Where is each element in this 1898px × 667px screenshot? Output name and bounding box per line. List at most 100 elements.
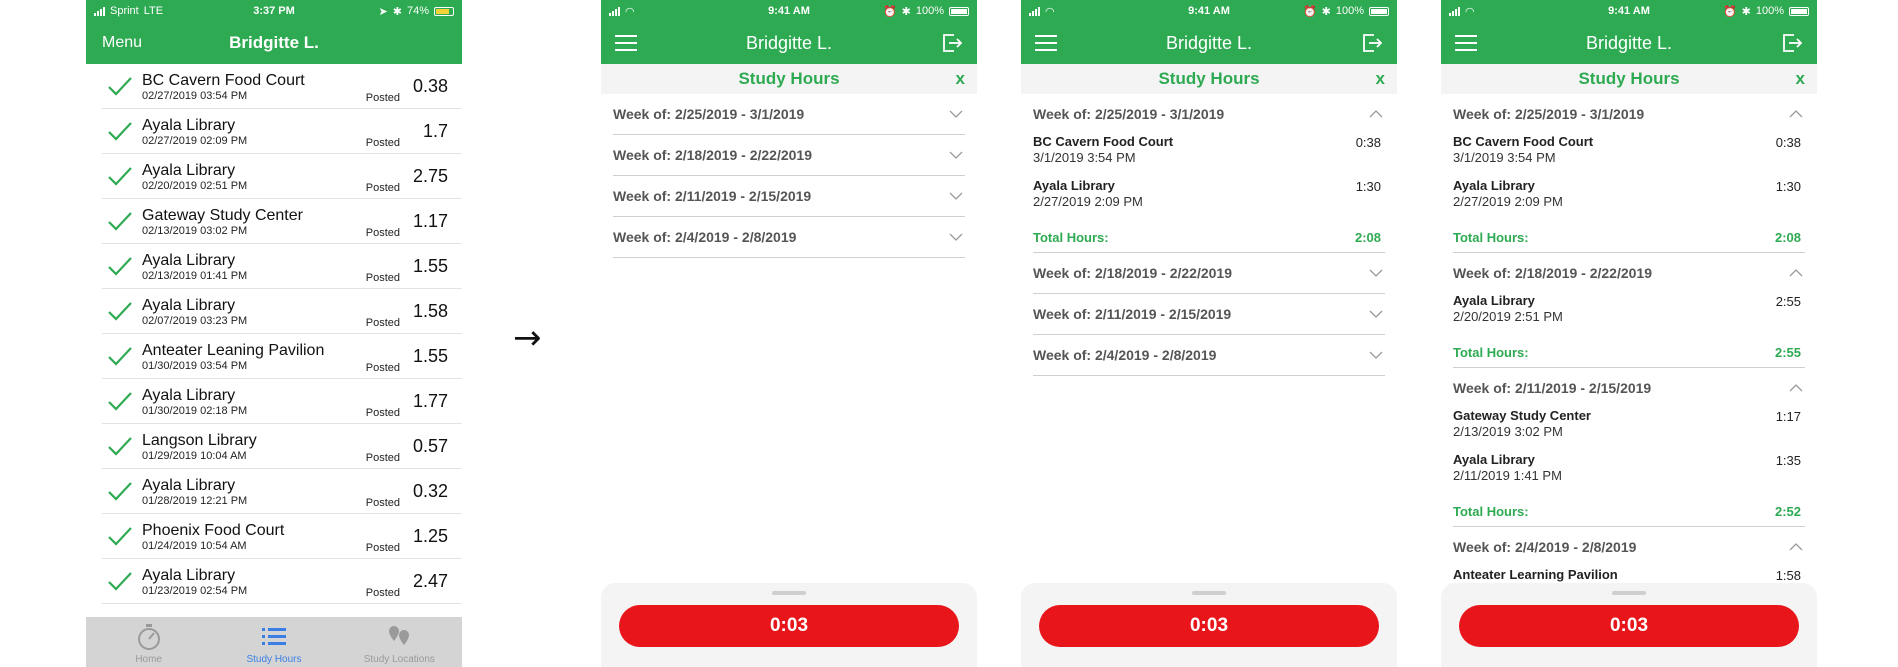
week-header[interactable]: Week of: 2/18/2019 - 2/22/2019 <box>613 135 965 175</box>
list-item[interactable]: Anteater Leaning Pavilion 01/30/2019 03:5… <box>102 334 462 379</box>
alarm-icon: ⏰ <box>1302 5 1317 18</box>
duration-value: 1:30 <box>1775 179 1801 194</box>
chevron-up-icon[interactable] <box>1789 268 1803 278</box>
timer-button[interactable]: 0:03 <box>1459 605 1799 647</box>
week-total: Total Hours: 2:55 <box>1453 337 1805 367</box>
close-button[interactable]: x <box>1376 64 1385 94</box>
checkmark-icon <box>108 302 132 321</box>
week-header[interactable]: Week of: 2/4/2019 - 2/8/2019 <box>613 217 965 257</box>
list-item[interactable]: Gateway Study Center 02/13/2019 03:02 PM P… <box>102 199 462 244</box>
week-group: Week of: 2/25/2019 - 3/1/2019 BC Cavern F… <box>1033 94 1385 253</box>
list-item[interactable]: Ayala Library 01/28/2019 12:21 PM Posted 0.… <box>102 469 462 514</box>
list-item[interactable]: Ayala Library 01/23/2019 02:54 PM Posted 2.… <box>102 559 462 604</box>
week-header[interactable]: Week of: 2/25/2019 - 3/1/2019 <box>1453 94 1805 134</box>
week-header[interactable]: Week of: 2/4/2019 - 2/8/2019 <box>1453 527 1805 567</box>
chevron-down-icon[interactable] <box>1369 309 1383 319</box>
status-left: ◠ <box>1029 5 1055 18</box>
chevron-up-icon[interactable] <box>1789 383 1803 393</box>
duration-value: 1:58 <box>1775 568 1801 583</box>
battery-percent: 100% <box>915 5 944 17</box>
week-label: Week of: 2/18/2019 - 2/22/2019 <box>1453 265 1652 281</box>
week-total: Total Hours: 2:08 <box>1033 222 1385 252</box>
chevron-down-icon[interactable] <box>949 109 963 119</box>
session-entry: BC Cavern Food Court 3/1/2019 3:54 PM 0:38 <box>1033 134 1385 178</box>
week-header[interactable]: Week of: 2/11/2019 - 2/15/2019 <box>1033 294 1385 334</box>
chevron-up-icon[interactable] <box>1789 542 1803 552</box>
screen-study-hours-collapsed: ◠ 9:41 AM ⏰ ✱ 100% Bridgitte L. Study Hours x We… <box>601 0 977 667</box>
chevron-up-icon[interactable] <box>1789 109 1803 119</box>
entry-text: BC Cavern Food Court 3/1/2019 3:54 PM <box>1033 134 1173 165</box>
transition-arrow: → <box>513 318 542 358</box>
location-name: Ayala Library <box>142 116 236 134</box>
entry-text: Gateway Study Center 2/13/2019 3:02 PM <box>1453 408 1591 439</box>
tab-study-hours[interactable]: Study Hours <box>211 617 336 667</box>
status-left: ◠ <box>1449 5 1475 18</box>
logout-icon[interactable] <box>941 33 963 53</box>
checkmark-icon <box>108 212 132 231</box>
page-title: Bridgitte L. <box>745 32 833 53</box>
chevron-down-icon[interactable] <box>1369 268 1383 278</box>
week-list: Week of: 2/25/2019 - 3/1/2019 BC Cavern F… <box>1441 94 1817 583</box>
duration-value: 1:35 <box>1775 453 1801 468</box>
tab-home[interactable]: Home <box>86 617 211 667</box>
logout-icon[interactable] <box>1781 33 1803 53</box>
week-label: Week of: 2/11/2019 - 2/15/2019 <box>1453 380 1652 396</box>
location-name: Ayala Library <box>142 476 236 494</box>
session-date: 01/23/2019 02:54 PM <box>142 584 248 597</box>
entry-text: Ayala Library 2/27/2019 2:09 PM <box>1033 178 1143 209</box>
list-item[interactable]: Ayala Library 02/27/2019 02:09 PM Posted 1.… <box>102 109 462 154</box>
list-item[interactable]: Ayala Library 01/30/2019 02:18 PM Posted 1.… <box>102 379 462 424</box>
status-label: Posted <box>365 362 400 374</box>
nav-bar: Menu Bridgitte L. <box>86 22 462 64</box>
location-name: Ayala Library <box>142 251 236 269</box>
total-label: Total Hours: <box>1453 229 1529 245</box>
week-header[interactable]: Week of: 2/11/2019 - 2/15/2019 <box>613 176 965 216</box>
location-name: Ayala Library <box>1453 293 1535 308</box>
week-header[interactable]: Week of: 2/18/2019 - 2/22/2019 <box>1453 253 1805 293</box>
close-button[interactable]: x <box>956 64 965 94</box>
row-text: Ayala Library 02/27/2019 02:09 PM <box>142 116 396 147</box>
duration-value: 0:38 <box>1775 135 1801 150</box>
row-text: Ayala Library 01/28/2019 12:21 PM <box>142 476 396 507</box>
timer-panel: 0:03 <box>1021 583 1397 667</box>
session-entry: Ayala Library 2/27/2019 2:09 PM 1:30 <box>1453 178 1805 222</box>
drag-handle[interactable] <box>772 591 806 595</box>
header: ◠ 9:41 AM ⏰ ✱ 100% Bridgitte L. <box>1021 0 1397 64</box>
list-item[interactable]: Ayala Library 02/07/2019 03:23 PM Posted 1.… <box>102 289 462 334</box>
timer-panel: 0:03 <box>1441 583 1817 667</box>
drag-handle[interactable] <box>1612 591 1646 595</box>
session-date: 02/20/2019 02:51 PM <box>142 179 248 192</box>
list-item[interactable]: Ayala Library 02/20/2019 02:51 PM Posted 2.… <box>102 154 462 199</box>
row-text: Ayala Library 02/20/2019 02:51 PM <box>142 161 396 192</box>
hours-value: 1.55 <box>412 255 448 276</box>
list-item[interactable]: BC Cavern Food Court 02/27/2019 03:54 PM P… <box>102 64 462 109</box>
week-header[interactable]: Week of: 2/4/2019 - 2/8/2019 <box>1033 335 1385 375</box>
total-label: Total Hours: <box>1453 344 1529 360</box>
week-header[interactable]: Week of: 2/25/2019 - 3/1/2019 <box>1033 94 1385 134</box>
chevron-down-icon[interactable] <box>1369 350 1383 360</box>
week-header[interactable]: Week of: 2/18/2019 - 2/22/2019 <box>1033 253 1385 293</box>
timer-button[interactable]: 0:03 <box>619 605 959 647</box>
close-button[interactable]: x <box>1796 64 1805 94</box>
checkmark-icon <box>108 347 132 366</box>
chevron-down-icon[interactable] <box>949 232 963 242</box>
status-left: ◠ <box>609 5 635 18</box>
drag-handle[interactable] <box>1192 591 1226 595</box>
chevron-down-icon[interactable] <box>949 191 963 201</box>
tab-study-locations[interactable]: Study Locations <box>337 617 462 667</box>
row-text: Ayala Library 01/30/2019 02:18 PM <box>142 386 396 417</box>
list-item[interactable]: Ayala Library 02/13/2019 01:41 PM Posted 1.… <box>102 244 462 289</box>
chevron-down-icon[interactable] <box>949 150 963 160</box>
week-label: Week of: 2/11/2019 - 2/15/2019 <box>1033 306 1232 322</box>
timer-button[interactable]: 0:03 <box>1039 605 1379 647</box>
hours-value: 1.58 <box>412 300 448 321</box>
logout-icon[interactable] <box>1361 33 1383 53</box>
week-list: Week of: 2/25/2019 - 3/1/2019 Week of: 2/… <box>601 94 977 258</box>
list-item[interactable]: Langson Library 01/29/2019 10:04 AM Posted… <box>102 424 462 469</box>
status-label: Posted <box>365 182 400 194</box>
chevron-up-icon[interactable] <box>1369 109 1383 119</box>
week-header[interactable]: Week of: 2/25/2019 - 3/1/2019 <box>613 94 965 134</box>
list-item[interactable]: Phoenix Food Court 01/24/2019 10:54 AM Pos… <box>102 514 462 559</box>
week-header[interactable]: Week of: 2/11/2019 - 2/15/2019 <box>1453 368 1805 408</box>
session-entry: Ayala Library 2/11/2019 1:41 PM 1:35 <box>1453 452 1805 496</box>
